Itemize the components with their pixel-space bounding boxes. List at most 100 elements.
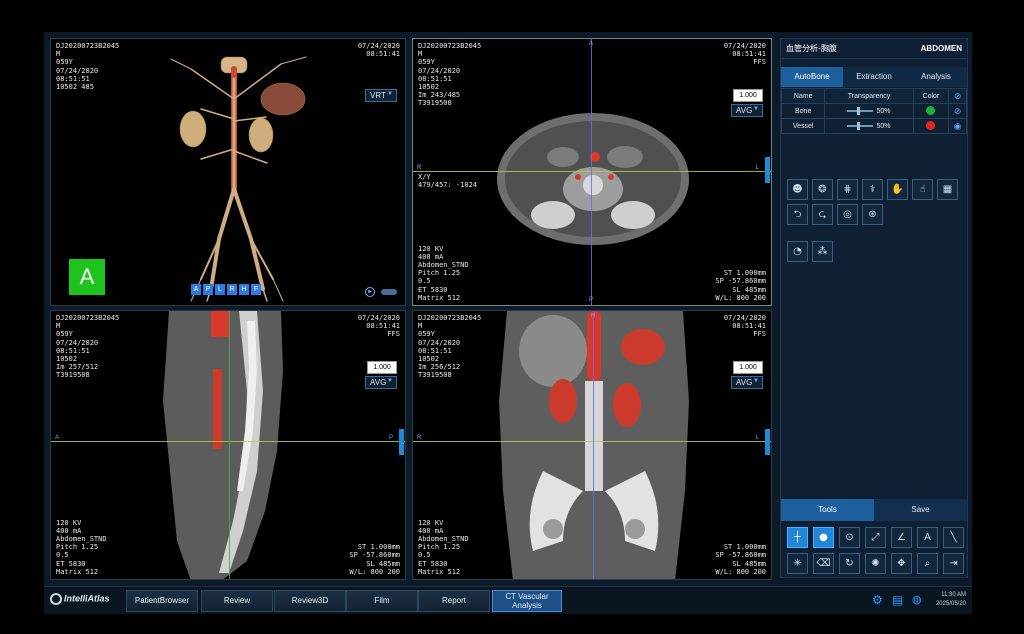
tab-analysis[interactable]: Analysis [905,67,967,87]
coronal-label-left: R [417,435,422,441]
limb-icon[interactable]: ⚕ [862,179,883,200]
line-icon[interactable]: ╲ [943,527,964,548]
window-level-icon[interactable]: ✺ [865,553,886,574]
sagittal-viewport[interactable]: A P DJ20200723B2045 M 059Y 07/24/2020 08… [50,310,406,580]
coronal-overlay-bottomleft: 120 KV 400 mA Abdomen_STND Pitch 1.25 0.… [418,518,469,576]
storage-icon[interactable]: ▤ [892,593,903,607]
table-row[interactable]: Vessel 50% ◉ [780,118,967,134]
transparency-value: 50% [876,122,891,130]
ruler-icon[interactable]: ⤢ [865,527,886,548]
sagittal-scrollbar[interactable] [399,429,404,455]
target-icon[interactable]: ⊙ [839,527,860,548]
sagittal-zoom-field[interactable]: 1.000 [367,361,397,374]
disk-usage-icon[interactable]: ◍ [912,593,922,606]
cluster-icon[interactable]: ⁂ [812,241,833,262]
axial-mode-select[interactable]: AVG ▼ [731,104,763,117]
skull-icon[interactable]: ☻ [787,179,808,200]
orient-button-h[interactable]: H [239,284,249,295]
transparency-slider[interactable] [847,106,874,115]
axial-zoom-field[interactable]: 1.000 [733,89,763,102]
row-transparency[interactable]: 50% [824,103,914,119]
panel-header: 血管分析-胸腹 ABDOMEN [781,39,967,59]
axial-overlay-topright: 07/24/2020 08:51:41 FFS [723,42,766,67]
brightness-icon[interactable]: ✳ [787,553,808,574]
coronal-mode-value: AVG [736,378,753,387]
orient-button-r[interactable]: R [227,284,237,295]
chevron-down-icon: ▼ [387,91,393,97]
coronal-overlay-topright: 07/24/2020 08:51:41 FFS [723,314,766,339]
vr-viewport[interactable]: DJ20200723B2045 M 059Y 07/24/2020 08:51:… [50,38,406,306]
sagittal-label-left: A [55,435,60,441]
orient-button-l[interactable]: L [215,284,225,295]
speech-bubble-icon[interactable]: ● [813,527,834,548]
table-row[interactable]: Bone 50% ⊘ [780,103,967,119]
undo-icon[interactable]: ⮌ [787,204,808,225]
mask-icon[interactable]: ◔ [787,241,808,262]
coronal-mode-select[interactable]: AVG ▼ [731,376,763,389]
vr-overlay-topleft: DJ20200723B2045 M 059Y 07/24/2020 08:51:… [56,42,120,92]
angle-icon[interactable]: ∠ [891,527,912,548]
eye-hidden-icon[interactable]: ⊘ [954,106,962,116]
axial-overlay-bottomright: ST 1.000mm SP -57.860mm SL 485mm W/L: 80… [715,269,766,302]
report-button[interactable]: Report [418,590,490,612]
point-icon[interactable]: ☝ [912,179,933,200]
axial-overlay-topleft: DJ20200723B2045 M 059Y 07/24/2020 08:51:… [418,42,482,108]
tab-save[interactable]: Save [874,499,967,521]
axial-viewport[interactable]: A P R L DJ20200723B2045 M 059Y 07/24/202… [412,38,772,306]
orient-button-a[interactable]: A [191,284,201,295]
spine-icon[interactable]: ⋕ [837,179,858,200]
ct-vascular-analysis-button[interactable]: CT Vascular Analysis [492,590,562,612]
chevron-down-icon: ▼ [387,378,393,384]
color-swatch[interactable] [926,105,936,115]
transparency-slider[interactable] [847,121,874,130]
tab-extraction[interactable]: Extraction [843,67,905,87]
neck-icon[interactable]: ❂ [812,179,833,200]
autobone-tools: ☻ ❂ ⋕ ⚕ ✋ ☝ ▦ ⮌ ⮎ ◎ ⊛ [787,179,967,225]
crosshair-icon[interactable]: ┼ [787,527,808,548]
panel-tabs: AutoBone Extraction Analysis [781,67,967,87]
review-button[interactable]: Review [201,590,273,612]
review3d-button[interactable]: Review3D [274,590,346,612]
reset-icon[interactable]: ↻ [839,553,860,574]
play-icon[interactable]: ▶ [365,287,375,297]
sagittal-overlay-topleft: DJ20200723B2045 M 059Y 07/24/2020 08:51:… [56,314,120,380]
orient-button-f[interactable]: F [251,284,261,295]
panel-title: 血管分析-胸腹 [786,44,837,53]
sagittal-mode-select[interactable]: AVG ▼ [365,376,397,389]
row-color[interactable] [912,103,950,119]
row-visibility[interactable]: ⊘ [948,103,967,119]
hand-icon[interactable]: ✋ [887,179,908,200]
view-icon[interactable]: ◎ [837,204,858,225]
axial-scrollbar[interactable] [765,157,770,183]
ct-vascular-line2: Analysis [512,601,542,610]
text-annotation-icon[interactable]: A [917,527,938,548]
sagittal-overlay-topright: 07/24/2020 08:51:41 FFS [357,314,400,339]
eye-icon[interactable]: ◉ [954,121,962,131]
vr-mode-select[interactable]: VRT ▼ [365,89,397,102]
system-clock: 11:30 AM 2025/05/20 [936,591,966,609]
export-icon[interactable]: ⇥ [943,553,964,574]
row-color[interactable] [912,118,950,134]
coronal-viewport[interactable]: H R L DJ20200723B2045 M 059Y 07/24/2020 … [412,310,772,580]
row-transparency[interactable]: 50% [824,118,914,134]
eraser-icon[interactable]: ⌫ [813,553,834,574]
hide-icon[interactable]: ⊛ [862,204,883,225]
tab-tools[interactable]: Tools [781,499,874,521]
row-visibility[interactable]: ◉ [948,118,967,134]
gear-icon[interactable]: ⚙ [872,593,883,607]
film-button[interactable]: Film [346,590,418,612]
tools-tabs: Tools Save [781,499,967,521]
coronal-scrollbar[interactable] [765,429,770,455]
grid-pattern-icon[interactable]: ▦ [937,179,958,200]
coronal-zoom-field[interactable]: 1.000 [733,361,763,374]
protocol-label: ABDOMEN [920,44,962,53]
rotate-toggle[interactable] [381,289,397,295]
orientation-cube[interactable]: A [69,259,105,295]
redo-icon[interactable]: ⮎ [812,204,833,225]
color-swatch[interactable] [926,120,936,130]
pan-icon[interactable]: ✥ [891,553,912,574]
orient-button-p[interactable]: P [203,284,213,295]
patientbrowser-button[interactable]: PatientBrowser [126,590,198,612]
tab-autobone[interactable]: AutoBone [781,67,843,87]
zoom-icon[interactable]: ⌕ [917,553,938,574]
